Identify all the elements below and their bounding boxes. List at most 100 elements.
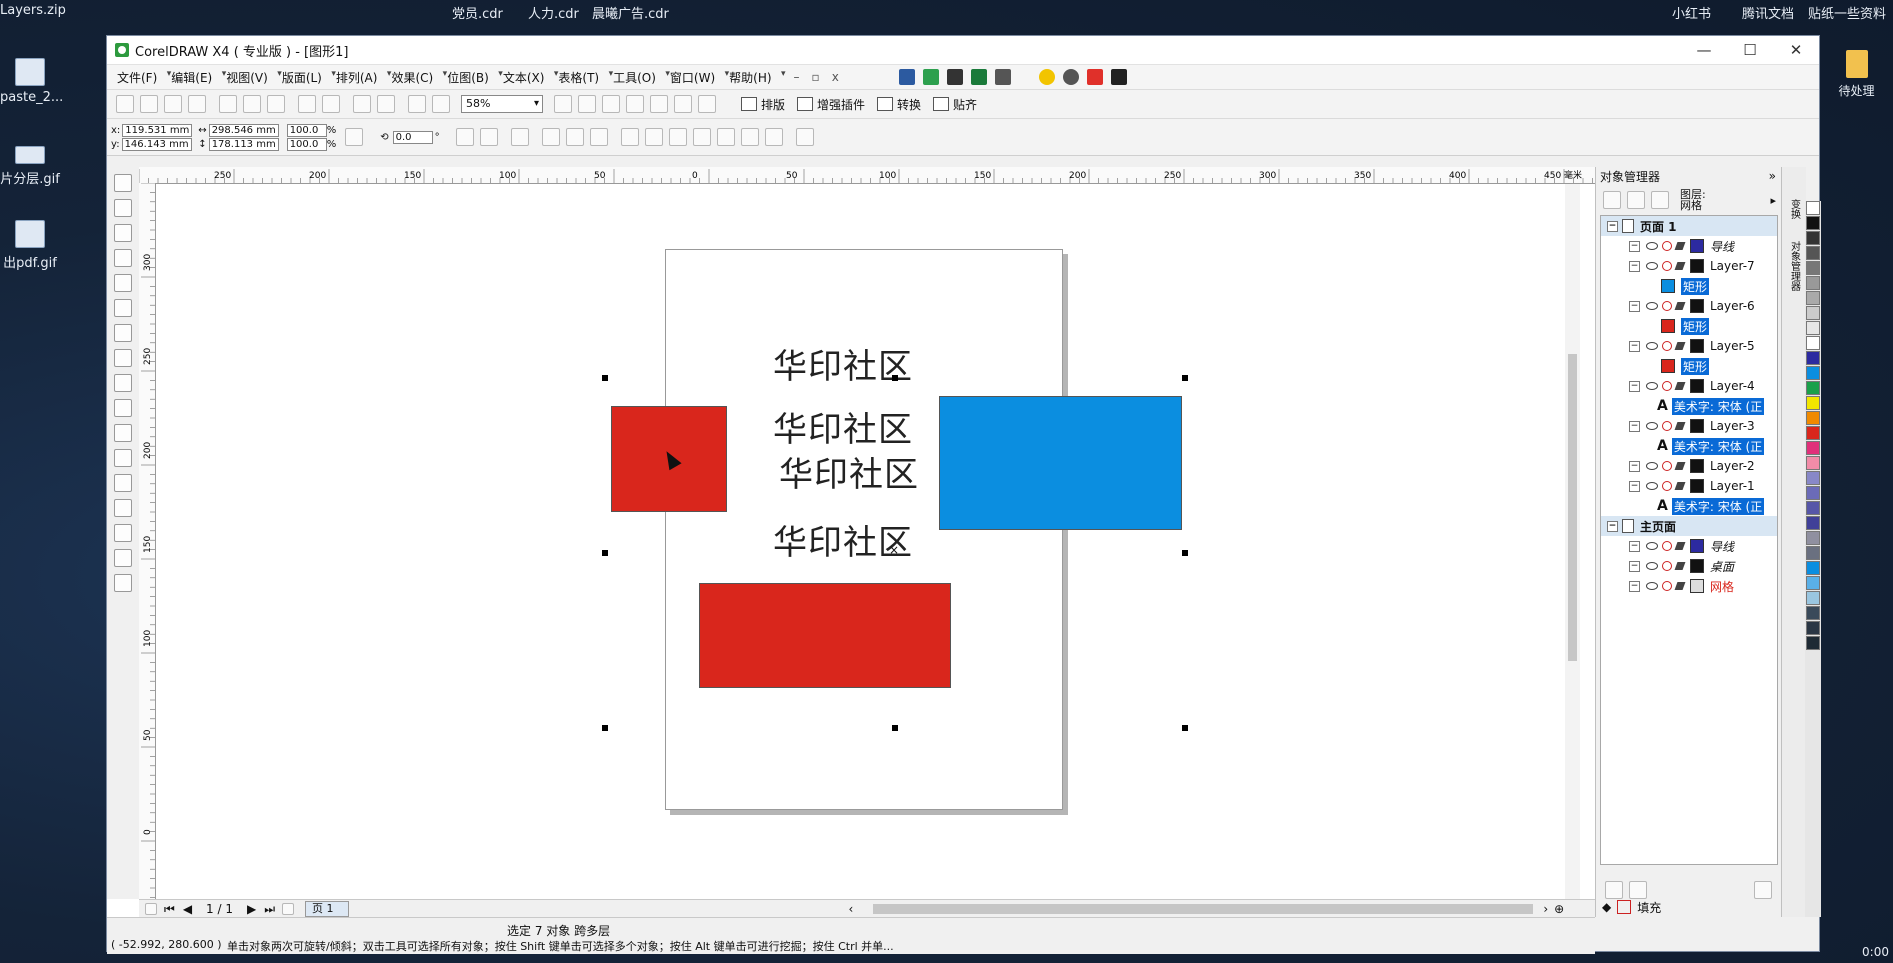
add-page-before-icon[interactable] — [145, 903, 157, 915]
tree-object-row[interactable]: A 美术字: 宋体 (正 — [1601, 496, 1777, 516]
collapse-icon[interactable]: − — [1629, 380, 1640, 392]
docker-collapse-icon[interactable]: » — [1769, 169, 1776, 183]
collapse-icon[interactable]: − — [1629, 460, 1640, 472]
zoom-all-icon[interactable] — [626, 95, 644, 113]
lightbulb-icon[interactable] — [1038, 69, 1055, 85]
desktop-file-renli[interactable]: 人力.cdr — [528, 3, 579, 22]
layer-color-swatch[interactable] — [1690, 239, 1704, 253]
visibility-eye-icon[interactable] — [1646, 562, 1658, 570]
palette-color-swatch[interactable] — [1806, 516, 1820, 530]
desktop-file-layers-zip[interactable]: Layers.zip — [0, 3, 66, 18]
weld-icon[interactable] — [620, 128, 639, 146]
palette-color-swatch[interactable] — [1806, 606, 1820, 620]
desktop-file-dangyuan[interactable]: 党员.cdr — [452, 3, 503, 22]
visibility-eye-icon[interactable] — [1646, 382, 1658, 390]
palette-color-swatch[interactable] — [1806, 561, 1820, 575]
fill-tool-icon[interactable] — [114, 549, 132, 567]
menu-text[interactable]: 文本(X) — [499, 69, 558, 86]
interactive-fill-tool-icon[interactable] — [114, 574, 132, 592]
palette-color-swatch[interactable] — [1806, 336, 1820, 350]
last-page-icon[interactable]: ⏭ — [264, 902, 275, 917]
printable-icon[interactable] — [1662, 381, 1672, 391]
mirror-vertical-icon[interactable] — [479, 128, 498, 146]
palette-color-swatch[interactable] — [1806, 591, 1820, 605]
tree-layer-row[interactable]: − Layer-1 — [1601, 476, 1777, 496]
palette-color-swatch[interactable] — [1806, 576, 1820, 590]
collapse-icon[interactable]: − — [1629, 580, 1640, 592]
redo-icon[interactable] — [322, 95, 340, 113]
drawing-canvas[interactable]: 华印社区 华印社区 华印社区 华印社区 × — [156, 184, 1580, 899]
printable-icon[interactable] — [1662, 421, 1672, 431]
artistic-text-2[interactable]: 华印社区 — [773, 402, 913, 451]
menu-edit[interactable]: 编辑(E) — [167, 69, 226, 86]
photo-icon[interactable] — [970, 69, 987, 85]
side-tab-object-manager[interactable]: 对象管理器 — [1787, 237, 1802, 295]
layer-color-swatch[interactable] — [1690, 479, 1704, 493]
printable-icon[interactable] — [1662, 561, 1672, 571]
open-folder-icon[interactable] — [140, 95, 158, 113]
corel-capture-icon[interactable] — [922, 69, 939, 85]
palette-color-swatch[interactable] — [1806, 426, 1820, 440]
lock-ratio-icon[interactable] — [345, 128, 364, 146]
new-document-icon[interactable] — [116, 95, 134, 113]
scale-y-input[interactable]: 100.0 — [286, 137, 327, 151]
x-position-input[interactable]: 119.531 mm — [122, 123, 193, 137]
simplify-icon[interactable] — [692, 128, 711, 146]
selection-handle-bottom-right[interactable] — [1182, 725, 1188, 731]
palette-color-swatch[interactable] — [1806, 381, 1820, 395]
add-page-after-icon[interactable] — [282, 903, 295, 915]
ellipse-tool-icon[interactable] — [114, 349, 132, 367]
plugin-icon[interactable] — [1086, 69, 1103, 85]
front-minus-back-icon[interactable] — [716, 128, 735, 146]
layer-manager-view-icon[interactable] — [1651, 191, 1669, 209]
palette-color-swatch[interactable] — [1806, 261, 1820, 275]
palette-color-swatch[interactable] — [1806, 201, 1820, 215]
visibility-eye-icon[interactable] — [1646, 422, 1658, 430]
prev-page-icon[interactable]: ◀ — [183, 902, 192, 916]
menu-file[interactable]: 文件(F) — [113, 69, 172, 86]
tree-object-row[interactable]: A 美术字: 宋体 (正 — [1601, 436, 1777, 456]
printable-icon[interactable] — [1662, 261, 1672, 271]
palette-color-swatch[interactable] — [1806, 456, 1820, 470]
editable-pencil-icon[interactable] — [1674, 422, 1686, 430]
table-tool-icon[interactable] — [114, 449, 132, 467]
selection-handle-top-left[interactable] — [602, 375, 608, 381]
menu-window[interactable]: 窗口(W) — [666, 69, 729, 86]
menu-effects[interactable]: 效果(C) — [387, 69, 446, 86]
artistic-text-3[interactable]: 华印社区 — [779, 447, 919, 496]
editable-pencil-icon[interactable] — [1674, 562, 1686, 570]
palette-color-swatch[interactable] — [1806, 291, 1820, 305]
cut-icon[interactable] — [219, 95, 237, 113]
selection-handle-top[interactable] — [892, 375, 898, 381]
snap-button[interactable]: 贴齐 — [933, 96, 977, 113]
red-rectangle-bottom[interactable] — [699, 583, 951, 688]
save-icon[interactable] — [164, 95, 182, 113]
palette-color-swatch[interactable] — [1806, 546, 1820, 560]
tree-layer-row[interactable]: − 导线 — [1601, 236, 1777, 256]
palette-color-swatch[interactable] — [1806, 441, 1820, 455]
menu-arrange[interactable]: 排列(A) — [332, 69, 391, 86]
mirror-horizontal-icon[interactable] — [455, 128, 474, 146]
tree-page-group[interactable]: − 主页面 — [1601, 516, 1777, 536]
layer-color-swatch[interactable] — [1690, 259, 1704, 273]
layer-color-swatch[interactable] — [1690, 579, 1704, 593]
rectangle-tool-icon[interactable] — [114, 324, 132, 342]
shape-tool-icon[interactable] — [114, 199, 132, 217]
tree-layer-row[interactable]: − 网格 — [1601, 576, 1777, 596]
collapse-icon[interactable]: − — [1607, 220, 1618, 232]
palette-color-swatch[interactable] — [1806, 366, 1820, 380]
collapse-icon[interactable]: − — [1629, 300, 1640, 312]
palette-color-swatch[interactable] — [1806, 276, 1820, 290]
eyedropper-tool-icon[interactable] — [114, 499, 132, 517]
tree-layer-row[interactable]: − Layer-5 — [1601, 336, 1777, 356]
visibility-eye-icon[interactable] — [1646, 462, 1658, 470]
editable-pencil-icon[interactable] — [1674, 462, 1686, 470]
layer-color-swatch[interactable] — [1690, 559, 1704, 573]
tree-object-row[interactable]: 矩形 — [1601, 356, 1777, 376]
swirl-icon[interactable] — [1110, 69, 1127, 85]
zoom-width-icon[interactable] — [674, 95, 692, 113]
rotation-angle-input[interactable]: 0.0 — [392, 130, 433, 144]
barcode-icon[interactable] — [994, 69, 1011, 85]
next-page-icon[interactable]: ▶ — [247, 902, 256, 916]
undo-icon[interactable] — [298, 95, 316, 113]
